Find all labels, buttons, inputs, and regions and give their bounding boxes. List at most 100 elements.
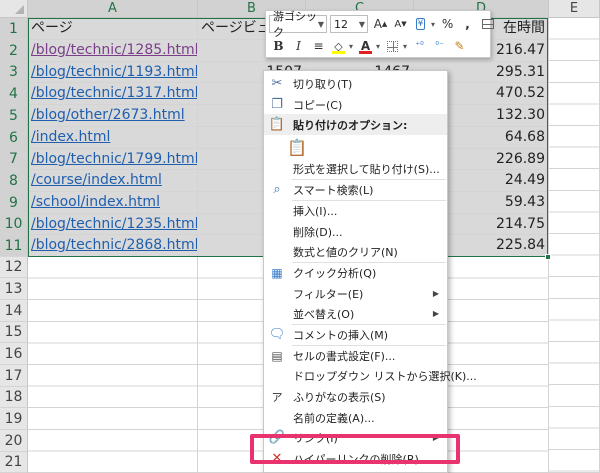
fill-color-swatch xyxy=(332,51,345,54)
row-header-15[interactable]: 15 xyxy=(0,322,28,343)
menu-item-pick-from-list[interactable]: ドロップダウン リストから選択(K)... xyxy=(264,365,477,386)
select-all-corner[interactable] xyxy=(0,0,28,18)
menu-item-remove-hyperlink[interactable]: ✕ ハイパーリンクの削除(R) xyxy=(264,448,447,469)
menu-item-define-name[interactable]: 名前の定義(A)... xyxy=(264,407,447,428)
cell-link-a6[interactable]: /index.html xyxy=(28,127,198,149)
row-header-9[interactable]: 9 xyxy=(0,192,28,214)
cell-link-a7[interactable]: /blog/technic/1799.html xyxy=(28,149,198,170)
empty-cells-e[interactable] xyxy=(549,18,600,473)
chevron-down-icon[interactable]: ▾ xyxy=(403,42,407,51)
phonetic-icon: ア xyxy=(271,390,283,404)
menu-item-remove-hyperlink-label: ハイパーリンクの削除(R) xyxy=(293,452,419,466)
menu-item-insert-comment[interactable]: 🗨 コメントの挿入(M) xyxy=(264,324,447,345)
row-header-12[interactable]: 12 xyxy=(0,257,28,278)
row-header-13[interactable]: 13 xyxy=(0,278,28,300)
chevron-down-icon[interactable]: ▾ xyxy=(349,42,353,51)
menu-item-sort[interactable]: 並べ替え(O) ▶ xyxy=(264,303,447,324)
comma-icon: , xyxy=(465,17,470,31)
chevron-down-icon[interactable]: ▾ xyxy=(376,42,380,51)
menu-item-sort-label: 並べ替え(O) xyxy=(293,307,355,321)
row-header-16[interactable]: 16 xyxy=(0,343,28,365)
font-color-button[interactable]: A xyxy=(356,37,375,55)
grow-font-button[interactable]: A ▲ xyxy=(371,15,390,33)
paste-option-button[interactable]: 📋 xyxy=(264,135,447,159)
cell-link-a3[interactable]: /blog/technic/1193.html xyxy=(28,62,198,83)
quick-analysis-icon: ▦ xyxy=(271,265,283,280)
row-header-10[interactable]: 10 xyxy=(0,214,28,235)
borders-icon xyxy=(387,40,399,52)
menu-item-paste-special[interactable]: 形式を選択して貼り付け(S)... xyxy=(264,158,447,179)
row-header-20[interactable]: 20 xyxy=(0,430,28,452)
font-name-dropdown[interactable]: 游ゴシック ▼ xyxy=(269,10,327,39)
menu-item-insert[interactable]: 挿入(I)... xyxy=(264,200,447,221)
column-header-a[interactable]: A xyxy=(28,0,198,18)
cell-link-a2[interactable]: /blog/technic/1285.html xyxy=(28,40,198,62)
menu-item-delete[interactable]: 削除(D)... xyxy=(264,221,447,242)
font-size-dropdown[interactable]: 12 ▼ xyxy=(330,15,368,33)
fill-color-button[interactable]: ◇ xyxy=(329,37,348,55)
fill-handle[interactable] xyxy=(545,254,551,260)
cell-link-a10[interactable]: /blog/technic/1235.html xyxy=(28,214,198,235)
percent-style-button[interactable]: % xyxy=(438,15,457,33)
row-header-7[interactable]: 7 xyxy=(0,149,28,170)
menu-item-filter[interactable]: フィルター(E) ▶ xyxy=(264,283,447,304)
menu-item-cut[interactable]: ✂ 切り取り(T) xyxy=(264,73,447,94)
menu-item-smart-lookup-label: スマート検索(L) xyxy=(293,183,374,197)
row-header-11[interactable]: 11 xyxy=(0,235,28,257)
cell-link-a4[interactable]: /blog/technic/1317.html xyxy=(28,83,198,105)
chevron-down-icon: ▼ xyxy=(317,20,324,29)
comment-icon: 🗨 xyxy=(268,327,286,342)
row-header-2[interactable]: 2 xyxy=(0,40,28,62)
row-header-3[interactable]: 3 xyxy=(0,62,28,83)
row-header-6[interactable]: 6 xyxy=(0,127,28,149)
shrink-font-button[interactable]: A ▼ xyxy=(391,15,410,33)
cell-link-a8[interactable]: /course/index.html xyxy=(28,170,198,192)
menu-item-clear-contents[interactable]: 数式と値のクリア(N) xyxy=(264,241,447,262)
submenu-arrow-icon: ▶ xyxy=(432,289,439,298)
menu-item-clear-contents-label: 数式と値のクリア(N) xyxy=(293,245,398,259)
align-center-button[interactable]: ≡ xyxy=(309,37,328,55)
menu-item-format-cells[interactable]: ▤ セルの書式設定(F)... xyxy=(264,345,447,366)
menu-item-show-phonetic[interactable]: ア ふりがなの表示(S) xyxy=(264,386,447,407)
menu-item-delete-label: 削除(D)... xyxy=(293,225,343,239)
increase-decimal-button[interactable]: ⁰⁻ xyxy=(430,37,449,55)
submenu-arrow-icon: ▶ xyxy=(432,433,439,442)
cell-link-a9[interactable]: /school/index.html xyxy=(28,192,198,214)
align-center-icon: ≡ xyxy=(313,39,324,53)
cell-a1[interactable]: ページ xyxy=(28,18,198,40)
link-icon: 🔗 xyxy=(268,430,286,445)
empty-cells-a[interactable] xyxy=(28,257,198,473)
italic-button[interactable]: I xyxy=(289,37,308,55)
row-header-5[interactable]: 5 xyxy=(0,105,28,127)
search-icon: ⌕ xyxy=(273,182,281,197)
row-header-19[interactable]: 19 xyxy=(0,408,28,430)
row-header-8[interactable]: 8 xyxy=(0,170,28,192)
chevron-down-icon: ▼ xyxy=(358,20,365,29)
chevron-down-icon[interactable]: ▾ xyxy=(431,20,435,29)
menu-item-quick-analysis[interactable]: ▦ クイック分析(Q) xyxy=(264,262,447,283)
format-painter-grid-button[interactable] xyxy=(478,15,497,33)
currency-format-button[interactable]: ¥ xyxy=(411,15,430,33)
row-header-17[interactable]: 17 xyxy=(0,365,28,387)
format-painter-button[interactable]: ✎ xyxy=(450,37,469,55)
row-header-21[interactable]: 21 xyxy=(0,452,28,473)
copy-icon: ❐ xyxy=(271,97,283,112)
cell-link-a5[interactable]: /blog/other/2673.html xyxy=(28,105,198,127)
cell-link-a11[interactable]: /blog/technic/2868.html xyxy=(28,235,198,257)
borders-button[interactable] xyxy=(383,37,402,55)
menu-item-define-name-label: 名前の定義(A)... xyxy=(293,411,375,425)
row-header-14[interactable]: 14 xyxy=(0,300,28,322)
column-header-e[interactable]: E xyxy=(549,0,600,18)
row-header-1[interactable]: 1 xyxy=(0,18,28,40)
row-header-4[interactable]: 4 xyxy=(0,83,28,105)
row-header-18[interactable]: 18 xyxy=(0,387,28,408)
decrease-decimal-button[interactable]: ⁺⁰ xyxy=(410,37,429,55)
menu-item-paste-special-label: 形式を選択して貼り付け(S)... xyxy=(293,162,440,176)
menu-item-smart-lookup[interactable]: ⌕ スマート検索(L) xyxy=(264,179,447,200)
grow-font-icon: A xyxy=(373,17,382,31)
bold-button[interactable]: B xyxy=(269,37,288,55)
menu-item-link[interactable]: 🔗 リンク(I) ▶ xyxy=(264,427,447,448)
comma-style-button[interactable]: , xyxy=(458,15,477,33)
menu-item-copy[interactable]: ❐ コピー(C) xyxy=(264,94,447,115)
menu-item-cut-label: 切り取り(T) xyxy=(293,77,353,91)
